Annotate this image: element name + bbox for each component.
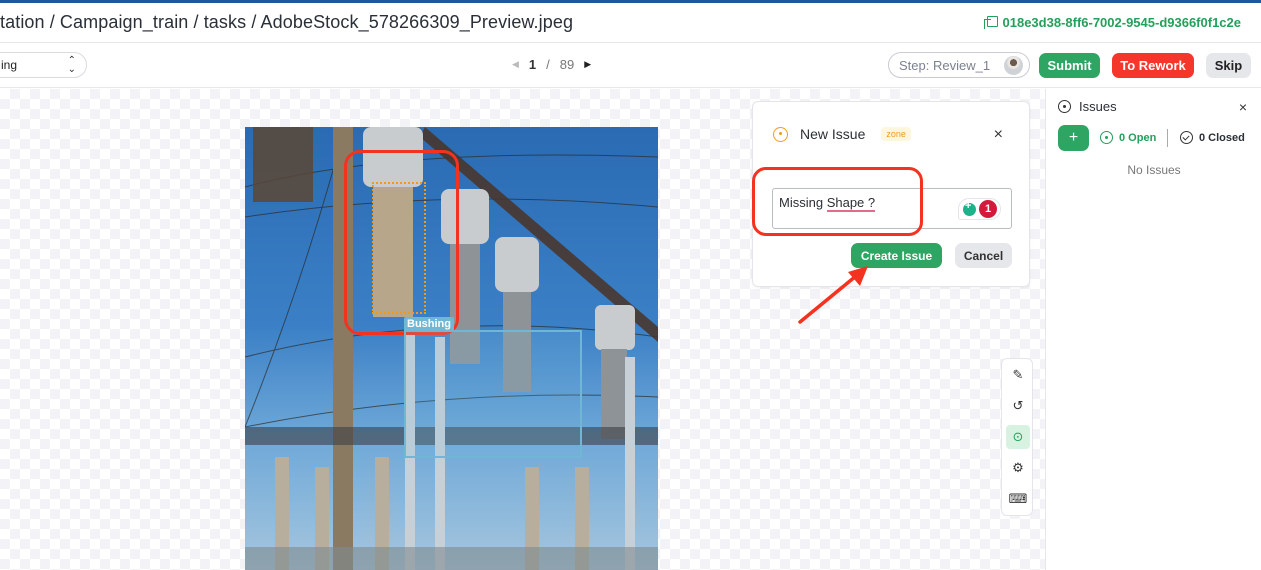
grammar-icon (963, 200, 976, 216)
bushing-bounding-box[interactable] (404, 330, 582, 458)
toolbar: ing ⌃ ⌄ ◀ 1 / 89 ▶ Step: Review_1 Submit … (0, 44, 1261, 88)
arrow-head (848, 266, 868, 286)
open-issue-icon (1100, 131, 1113, 144)
history-icon[interactable]: ↺ (1006, 394, 1030, 418)
closed-issues-filter[interactable]: 0 Closed (1180, 131, 1245, 144)
chevron-up-down-icon: ⌃ ⌄ (67, 55, 76, 75)
issues-header: Issues (1058, 99, 1117, 114)
zone-badge: zone (881, 127, 911, 141)
close-icon[interactable]: × (1239, 99, 1247, 115)
pager: ◀ 1 / 89 ▶ (512, 57, 591, 72)
close-icon[interactable]: × (994, 126, 1003, 144)
header: tation / Campaign_train / tasks / AdobeS… (0, 3, 1261, 43)
skip-button[interactable]: Skip (1206, 53, 1251, 78)
grammar-widget[interactable]: 1 (958, 198, 1001, 220)
copy-icon[interactable] (983, 16, 998, 29)
issues-icon[interactable]: ⊙ (1006, 425, 1030, 449)
to-rework-button[interactable]: To Rework (1112, 53, 1194, 78)
arrow-shaft (798, 274, 858, 324)
total-pages: 89 (559, 57, 575, 72)
step-label: Step: Review_1 (899, 57, 991, 73)
keyboard-icon[interactable]: ⌨ (1006, 487, 1030, 511)
arrow-annotation (798, 266, 868, 324)
input-highlight-annotation (752, 167, 923, 236)
open-issues-filter[interactable]: 0 Open (1100, 131, 1156, 144)
new-issue-header: New Issue zone (773, 126, 911, 142)
empty-state: No Issues (1127, 163, 1181, 177)
grammar-suggestion-count: 1 (979, 200, 997, 218)
breadcrumb[interactable]: tation / Campaign_train / tasks / AdobeS… (0, 12, 573, 33)
new-issue-title: New Issue (800, 126, 866, 142)
page-separator: / (546, 57, 550, 72)
closed-issues-count: 0 Closed (1199, 131, 1245, 144)
step-selector[interactable]: Step: Review_1 (888, 52, 1030, 78)
open-issues-count: 0 Open (1119, 131, 1157, 144)
avatar[interactable] (1004, 56, 1023, 75)
mode-select[interactable]: ing ⌃ ⌄ (0, 52, 87, 78)
add-issue-button[interactable]: + (1058, 125, 1089, 151)
prev-page-icon[interactable]: ◀ (512, 59, 519, 70)
issue-icon (773, 126, 788, 142)
submit-button[interactable]: Submit (1039, 53, 1100, 78)
edit-icon[interactable]: ✎ (1006, 363, 1030, 387)
selected-shape-outline[interactable] (372, 182, 426, 314)
current-page: 1 (528, 57, 537, 72)
issues-panel: Issues × + 0 Open 0 Closed No Issues (1045, 89, 1261, 570)
check-circle-icon (1180, 131, 1193, 144)
task-id-text: 018e3d38-8ff6-7002-9545-d9366f0f1c2e (1002, 15, 1242, 30)
settings-icon[interactable]: ⚙ (1006, 456, 1030, 480)
divider (1167, 129, 1168, 147)
mode-select-value: ing (1, 58, 18, 72)
issues-icon (1058, 100, 1071, 113)
issues-title: Issues (1079, 99, 1117, 114)
side-toolbar: ✎ ↺ ⊙ ⚙ ⌨ (1001, 358, 1033, 516)
next-page-icon[interactable]: ▶ (584, 59, 591, 70)
task-id[interactable]: 018e3d38-8ff6-7002-9545-d9366f0f1c2e (983, 15, 1242, 30)
cancel-button[interactable]: Cancel (955, 243, 1012, 268)
bushing-label[interactable]: Bushing (404, 317, 454, 331)
